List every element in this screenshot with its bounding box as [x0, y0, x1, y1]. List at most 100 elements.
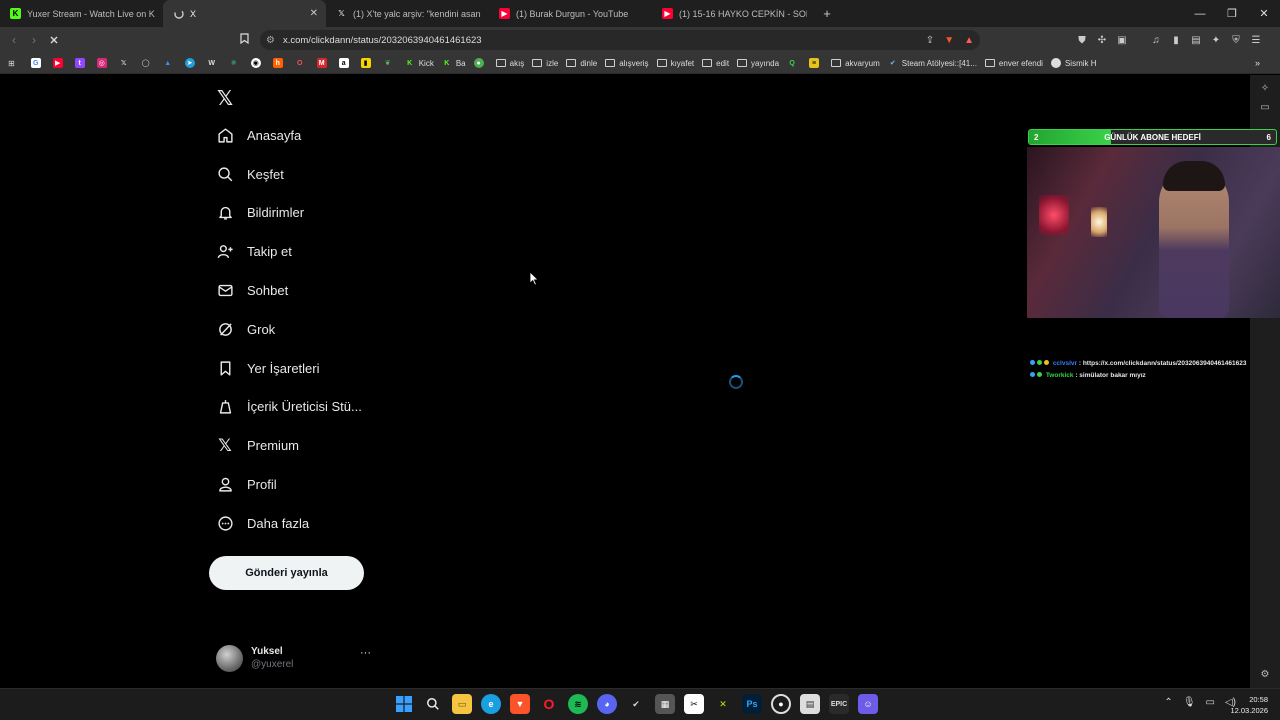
telegram-icon[interactable]: ➤	[184, 58, 199, 68]
github-icon[interactable]: ◯	[141, 58, 155, 68]
bookmark-kick[interactable]: K Kick	[405, 58, 434, 68]
nav-item-creator-studio[interactable]: İçerik Üreticisi Stü...	[216, 388, 362, 427]
edge-icon[interactable]: e	[481, 694, 501, 714]
plant-icon[interactable]: ❦	[383, 58, 397, 68]
restore-icon[interactable]: ❐	[1216, 0, 1248, 27]
apps-icon[interactable]: ⊞	[8, 59, 15, 68]
nav-item-follow[interactable]: Takip et	[216, 232, 362, 271]
spotify-icon[interactable]: ≋	[568, 694, 588, 714]
hepsiburada-icon[interactable]: h	[272, 58, 287, 68]
nav-item-bookmarks[interactable]: Yer İşaretleri	[216, 349, 362, 388]
new-tab-button[interactable]: +	[815, 6, 839, 21]
chatgpt-icon[interactable]: ◉	[250, 58, 265, 68]
network-icon[interactable]: ▭	[1206, 697, 1215, 708]
instagram-icon[interactable]: ◎	[96, 58, 111, 68]
mega-icon[interactable]: M	[316, 58, 331, 68]
ellipsis-icon[interactable]: ···	[360, 647, 371, 659]
chat-app-icon[interactable]: ☺	[858, 694, 878, 714]
tab-kick-stream[interactable]: K Yuxer Stream - Watch Live on Kick	[0, 0, 163, 27]
chevron-up-icon[interactable]: ⌃	[1164, 697, 1172, 708]
stop-loading-icon[interactable]	[44, 35, 64, 45]
bookmark-ba[interactable]: K Ba	[442, 58, 465, 68]
bookmark-sismik[interactable]: Sismik H	[1050, 58, 1097, 68]
vpn-icon[interactable]: ⛨	[1230, 34, 1242, 46]
bookmark-folder-enver[interactable]: enver efendi	[984, 59, 1043, 68]
back-icon[interactable]: ‹	[4, 33, 24, 47]
settings-icon[interactable]: ⚙	[1250, 669, 1280, 680]
leo-ai-icon[interactable]: ✧	[1250, 83, 1280, 94]
brave-icon[interactable]: ▼	[510, 694, 530, 714]
file-explorer-icon[interactable]: ▭	[452, 694, 472, 714]
notepad-icon[interactable]: ▤	[800, 694, 820, 714]
x-logo-icon[interactable]: 𝕏	[217, 86, 233, 111]
taskbar-clock[interactable]: 20:58 12.03.2026	[1230, 694, 1268, 716]
bookmark-folder-dinle[interactable]: dinle	[566, 59, 597, 68]
bookmark-steam[interactable]: ✔ Steam Atölyesi::[41...	[888, 58, 977, 68]
search-icon[interactable]	[423, 694, 443, 714]
steam-icon[interactable]: ✔	[626, 694, 646, 714]
nav-item-profile[interactable]: Profil	[216, 465, 362, 504]
bookmark-folder-izle[interactable]: izle	[532, 59, 558, 68]
brave-rewards-icon[interactable]: ▲	[964, 35, 974, 46]
account-switcher[interactable]: Yuksel @yuxerel ···	[216, 643, 376, 673]
menu-icon[interactable]: ☰	[1250, 34, 1262, 46]
post-button[interactable]: Gönderi yayınla	[209, 556, 364, 590]
minimize-icon[interactable]: —	[1184, 0, 1216, 27]
media-icon[interactable]: ♫	[1150, 34, 1162, 46]
yellow-app-icon[interactable]: ≡	[809, 58, 823, 68]
twitch-icon[interactable]: t	[74, 58, 89, 68]
leo-ai-icon[interactable]: ✦	[1210, 34, 1222, 46]
wallet-icon[interactable]: ▤	[1190, 34, 1202, 46]
tab-youtube-burak[interactable]: ▶ (1) Burak Durgun - YouTube	[489, 0, 652, 27]
bookmark-page-icon[interactable]	[234, 33, 254, 47]
quiz-icon[interactable]: Q	[787, 58, 801, 68]
bookmark-folder-akvaryum[interactable]: akvaryum	[831, 59, 880, 68]
share-icon[interactable]: ⇪	[926, 35, 934, 46]
photoshop-icon[interactable]: Ps	[742, 694, 762, 714]
capcut-icon[interactable]: ✂	[684, 694, 704, 714]
brave-shields-icon[interactable]: ▼	[944, 35, 954, 46]
nav-item-notifications[interactable]: Bildirimler	[216, 194, 362, 233]
bookmark-folder-alisveris[interactable]: alışveriş	[605, 59, 649, 68]
bookmark-folder-edit[interactable]: edit	[702, 59, 729, 68]
nav-item-home[interactable]: Anasayfa	[216, 116, 362, 155]
amazon-icon[interactable]: a	[338, 58, 353, 68]
extension-bookmark-icon[interactable]: ✺	[229, 58, 243, 68]
screenshot-icon[interactable]: ▣	[1116, 34, 1128, 46]
nav-item-more[interactable]: Daha fazla	[216, 504, 362, 543]
sidebar-icon[interactable]: ▮	[1170, 34, 1182, 46]
tab-x-active[interactable]: X ✕	[163, 0, 326, 27]
xmind-icon[interactable]: ✕	[713, 694, 733, 714]
reading-list-icon[interactable]: ▭	[1250, 102, 1280, 113]
more-bookmarks-icon[interactable]: »	[1255, 58, 1260, 68]
close-tab-icon[interactable]: ✕	[310, 8, 318, 19]
bookmark-folder-yayinda[interactable]: yayında	[737, 59, 779, 68]
google-icon[interactable]: G	[30, 58, 45, 68]
nav-item-chat[interactable]: Sohbet	[216, 271, 362, 310]
extensions-icon[interactable]: ✣	[1096, 34, 1108, 46]
microphone-icon[interactable]: 🎙	[1183, 697, 1196, 708]
calculator-icon[interactable]: ▦	[655, 694, 675, 714]
windows-start-icon[interactable]	[394, 694, 414, 714]
green-circle-icon[interactable]: ●	[473, 58, 488, 68]
close-window-icon[interactable]: ✕	[1248, 0, 1280, 27]
tab-x-yalc-arsiv[interactable]: 𝕏 (1) X'te yalc arşiv: "kendini asansöre…	[326, 0, 489, 27]
wordle-icon[interactable]: W	[207, 58, 221, 68]
forward-icon[interactable]: ›	[24, 33, 44, 47]
nav-item-premium[interactable]: 𝕏 Premium	[216, 426, 362, 465]
opera-icon[interactable]: O	[539, 694, 559, 714]
site-info-icon[interactable]: ⚙	[266, 35, 275, 46]
obs-icon[interactable]: ●	[771, 694, 791, 714]
bookmark-folder-akis[interactable]: akış	[495, 59, 524, 68]
note-icon[interactable]: ▮	[360, 58, 375, 68]
url-bar[interactable]: ⚙ x.com/clickdann/status/203206394046146…	[260, 30, 980, 50]
opera-icon[interactable]: O	[295, 58, 309, 68]
shield-icon[interactable]: ⛊	[1076, 34, 1088, 46]
x-icon[interactable]: 𝕏	[119, 58, 133, 68]
bookmark-folder-kiyafet[interactable]: kıyafet	[656, 59, 694, 68]
nav-item-grok[interactable]: Grok	[216, 310, 362, 349]
nav-item-explore[interactable]: Keşfet	[216, 155, 362, 194]
epic-games-icon[interactable]: EPIC	[829, 694, 849, 714]
youtube-icon[interactable]: ▶	[52, 58, 67, 68]
bluesky-icon[interactable]: ▲	[163, 58, 177, 68]
